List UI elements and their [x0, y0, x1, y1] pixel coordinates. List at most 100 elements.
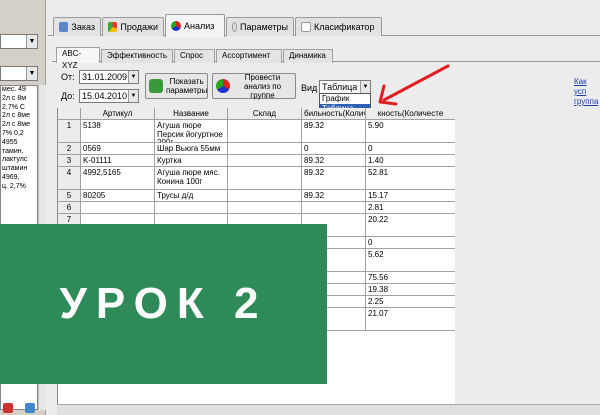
lesson-banner-text: УРОК 2: [59, 279, 268, 328]
subtab-abc-xyz[interactable]: ABC-XYZ: [56, 47, 100, 70]
table-row[interactable]: 15138Агуша пюре Персик йогуртное 200г 89.…: [58, 120, 455, 143]
table-cell: [155, 202, 228, 213]
show-params-label: Показать параметры: [166, 77, 208, 95]
run-group-label: Провести анализ по группе: [243, 72, 282, 100]
table-cell: 52.81: [366, 167, 455, 189]
column-header[interactable]: бильность(Количе: [302, 108, 366, 119]
analysis-icon: [171, 21, 181, 31]
table-cell: 0: [366, 143, 455, 154]
table-row[interactable]: 5 80205 Трусы д/д 89.32 15.17: [58, 190, 455, 202]
tab-classifier[interactable]: Класификатор: [295, 17, 382, 36]
table-cell: K-01111: [81, 155, 155, 166]
table-header-row: Артикул Название Склад бильность(Количе кнос…: [58, 108, 455, 120]
to-label: До:: [61, 91, 75, 101]
chevron-down-icon[interactable]: ▼: [128, 71, 138, 83]
subtab-demand[interactable]: Спрос: [174, 49, 215, 63]
table-cell: [228, 120, 302, 142]
table-cell: 89.32: [302, 120, 366, 142]
left-text-line: ц. 2,7%: [2, 182, 26, 190]
left-text-line: лактулс: [2, 156, 28, 164]
tab-sales[interactable]: Продажи: [102, 17, 164, 36]
view-select-value: Таблица: [322, 82, 358, 92]
table-cell: [228, 190, 302, 201]
subtab-dynamics[interactable]: Динамика: [283, 49, 333, 63]
to-date-value: 15.04.2010: [82, 91, 128, 101]
column-header[interactable]: Склад: [228, 108, 302, 119]
chevron-down-icon[interactable]: ▼: [26, 35, 37, 48]
table-cell: [302, 202, 366, 213]
right-help-link[interactable]: Как усп группа: [574, 77, 600, 107]
table-cell: 2.25: [366, 296, 455, 307]
left-text-line: 4955: [2, 138, 18, 146]
table-cell: 5138: [81, 120, 155, 142]
view-select[interactable]: Таблица ▼: [319, 80, 371, 94]
table-cell: 89.32: [302, 167, 366, 189]
left-combo-2[interactable]: ▼: [0, 66, 38, 81]
view-option-chart[interactable]: График: [320, 94, 370, 104]
left-text-line: мес. 49: [2, 86, 26, 93]
table-cell: 5.62: [366, 249, 455, 271]
to-date-picker[interactable]: 15.04.2010 ▼: [79, 89, 139, 103]
tab-parameters[interactable]: Параметры: [226, 17, 294, 36]
table-cell: [228, 202, 302, 213]
table-cell: [81, 202, 155, 213]
left-text-line: 2л с 8м: [2, 94, 27, 102]
left-text-line: 4969,: [2, 173, 20, 181]
parameters-icon: [232, 22, 238, 32]
download-icon: [149, 79, 163, 93]
table-cell: Агуша пюре мяс. Конина 100г: [155, 167, 228, 189]
column-header[interactable]: кность(Количесте: [366, 108, 455, 119]
tab-label: Параметры: [240, 22, 288, 32]
subtab-efficiency[interactable]: Эффективность: [101, 49, 173, 63]
tab-order[interactable]: Заказ: [53, 17, 101, 36]
table-cell: [228, 143, 302, 154]
table-cell: 2.81: [366, 202, 455, 213]
tab-label: Заказ: [71, 22, 95, 32]
left-combo-1[interactable]: ▼: [0, 34, 38, 49]
order-icon: [59, 22, 69, 32]
column-header[interactable]: Название: [155, 108, 228, 119]
table-cell: 20.22: [366, 214, 455, 236]
subtab-assortment[interactable]: Ассортимент: [216, 49, 282, 63]
table-cell: 75.56: [366, 272, 455, 283]
table-cell: 89.32: [302, 190, 366, 201]
horizontal-scrollbar[interactable]: [57, 404, 600, 415]
table-cell: 3: [58, 155, 81, 166]
table-cell: Куртка: [155, 155, 228, 166]
run-group-analysis-button[interactable]: Провести анализ по группе: [212, 72, 296, 100]
table-cell: 0: [302, 143, 366, 154]
filter-icon[interactable]: [25, 403, 35, 413]
left-text-line: тамин.: [2, 147, 24, 155]
from-date-picker[interactable]: 31.01.2009 ▼: [79, 70, 139, 84]
table-row[interactable]: 3 K-01111 Куртка 89.32 1.40: [58, 155, 455, 167]
column-header[interactable]: Артикул: [81, 108, 155, 119]
left-text-line: 2,7% С: [2, 103, 25, 111]
table-cell: [228, 167, 302, 189]
table-cell: 80205: [81, 190, 155, 201]
left-text-line: штамин: [2, 165, 28, 173]
show-params-button[interactable]: Показать параметры: [145, 73, 208, 99]
table-cell: Шар Вьюга 55мм 3шт.: [155, 143, 228, 154]
left-text-line: 7% 0,2: [2, 129, 24, 137]
table-cell: 1: [58, 120, 81, 142]
table-cell: 6: [58, 202, 81, 213]
tab-analysis[interactable]: Анализ: [165, 14, 225, 37]
left-text-line: 2л с 8ме: [2, 112, 30, 120]
table-cell: 0: [366, 237, 455, 248]
table-cell: 5.90: [366, 120, 455, 142]
table-row[interactable]: 4 4992,5165 Агуша пюре мяс. Конина 100г 89.…: [58, 167, 455, 190]
left-text-line: 2л с 8ме: [2, 121, 30, 129]
chevron-down-icon[interactable]: ▼: [26, 67, 37, 80]
chevron-down-icon[interactable]: ▼: [360, 81, 370, 93]
table-row[interactable]: 20569Шар Вьюга 55мм 3шт. 00: [58, 143, 455, 155]
column-header[interactable]: [58, 108, 81, 119]
table-cell: 4992,5165: [81, 167, 155, 189]
classifier-icon: [301, 22, 311, 32]
table-cell: [228, 155, 302, 166]
table-row[interactable]: 6 2.81: [58, 202, 455, 214]
tool-icon[interactable]: [3, 403, 13, 413]
view-label: Вид: [301, 83, 318, 93]
table-cell: 5: [58, 190, 81, 201]
chevron-down-icon[interactable]: ▼: [128, 90, 138, 102]
from-date-value: 31.01.2009: [82, 72, 128, 82]
